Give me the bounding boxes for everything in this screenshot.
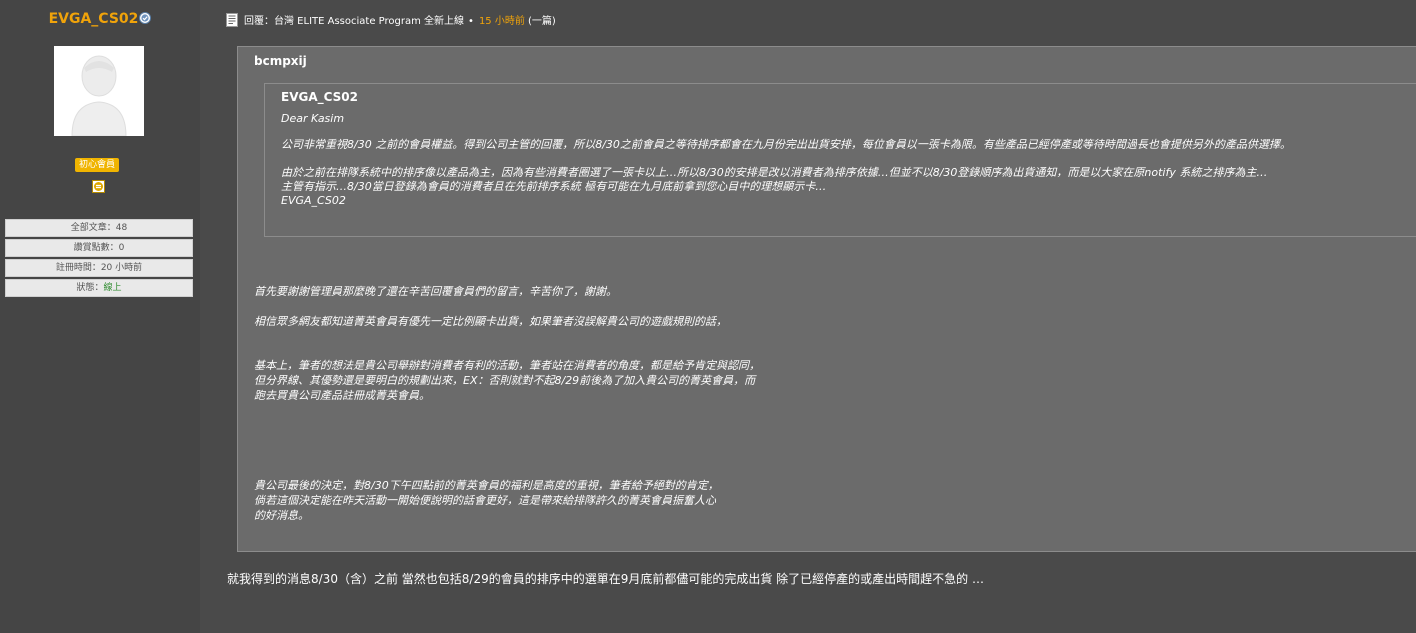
user-info-panel: EVGA_CS02 初心會員 全部文章：48 讚賞點數：0 註冊時間：20 小時… [0, 0, 200, 633]
quote-inner: EVGA_CS02 Dear Kasim 公司非常重視8/30 之前的會員權益。… [264, 83, 1416, 237]
forum-post: EVGA_CS02 初心會員 全部文章：48 讚賞點數：0 註冊時間：20 小時… [0, 0, 1416, 633]
quote-inner-author: EVGA_CS02 [281, 90, 358, 104]
reply-line: 基本上，筆者的想法是貴公司舉辦對消費者有利的活動，筆者站在消費者的角度，都是給予… [254, 359, 760, 372]
stat-status: 狀態：線上 [5, 279, 193, 297]
quote-line: Dear Kasim [281, 112, 345, 125]
reply-line: 貴公司最後的決定，對8/30下午四點前的菁英會員的福利是高度的重視，筆者給予絕對… [254, 479, 719, 492]
post-body: 就我得到的消息8/30（含）之前 當然也包括8/29的會員的排序中的選單在9月底… [227, 572, 984, 586]
user-stats: 全部文章：48 讚賞點數：0 註冊時間：20 小時前 狀態：線上 [5, 219, 193, 299]
rank-badge: 初心會員 [75, 158, 120, 172]
reply-paragraph: 首先要謝謝管理員那麼晚了還在辛苦回覆會員們的留言，辛苦你了，謝謝。 [254, 284, 617, 299]
quote-line: 公司非常重視8/30 之前的會員權益。得到公司主管的回覆，所以8/30之前會員之… [281, 138, 1291, 151]
stat-registered: 註冊時間：20 小時前 [5, 259, 193, 277]
verified-icon [139, 12, 152, 24]
online-status-icon [92, 180, 105, 193]
quote-outer-author: bcmpxij [254, 54, 307, 68]
username-link[interactable]: EVGA_CS02 [49, 11, 139, 27]
avatar[interactable] [54, 46, 144, 136]
reply-line: 跑去買貴公司產品註冊成菁英會員。 [254, 389, 430, 402]
quote-line: 主管有指示…8/30當日登錄為會員的消費者且在先前排序系統 極有可能在九月底前拿… [281, 180, 827, 193]
reply-line: 首先要謝謝管理員那麼晚了還在辛苦回覆會員們的留言，辛苦你了，謝謝。 [254, 285, 617, 298]
stat-status-label: 狀態： [76, 283, 104, 293]
stat-status-value: 線上 [103, 283, 122, 293]
reply-paragraph: 貴公司最後的決定，對8/30下午四點前的菁英會員的福利是高度的重視，筆者給予絕對… [254, 478, 719, 523]
thread-title-link[interactable]: 台灣 ELITE Associate Program 全新上線 [274, 16, 464, 27]
stat-posts: 全部文章：48 [5, 219, 193, 237]
stat-points: 讚賞點數：0 [5, 239, 193, 257]
reply-paragraph: 基本上，筆者的想法是貴公司舉辦對消費者有利的活動，筆者站在消費者的角度，都是給予… [254, 358, 760, 403]
username-row: EVGA_CS02 [0, 8, 200, 27]
post-count: (一篇) [528, 16, 556, 27]
quote-line: EVGA_CS02 [281, 194, 346, 207]
post-time: 15 小時前 [478, 16, 525, 27]
reply-line: 倘若這個決定能在昨天活動一開始便說明的話會更好，這是帶來給排隊許久的菁英會員振奮… [254, 494, 716, 507]
reply-prefix: 回覆： [244, 16, 274, 27]
reply-line: 但分界線、其優勢還是要明白的規劃出來，EX：否則就對不起8/29前後為了加入貴公… [254, 374, 756, 387]
quote-inner-text: Dear Kasim 公司非常重視8/30 之前的會員權益。得到公司主管的回覆，… [281, 112, 1291, 208]
separator-dot: • [468, 16, 474, 27]
quote-line: 由於之前在排隊系統中的排序像以產品為主，因為有些消費者圈選了一張卡以上…所以8/… [281, 166, 1268, 179]
reply-paragraph: 相信眾多網友都知道菁英會員有優先一定比例顯卡出貨，如果筆者沒誤解貴公司的遊戲規則… [254, 314, 727, 329]
reply-line: 的好消息。 [254, 509, 309, 522]
quote-outer: bcmpxij EVGA_CS02 Dear Kasim 公司非常重視8/30 … [237, 46, 1416, 552]
document-icon [226, 13, 238, 27]
reply-line: 相信眾多網友都知道菁英會員有優先一定比例顯卡出貨，如果筆者沒誤解貴公司的遊戲規則… [254, 315, 727, 328]
post-header: 回覆：台灣 ELITE Associate Program 全新上線 • 15 小時… [226, 12, 556, 27]
